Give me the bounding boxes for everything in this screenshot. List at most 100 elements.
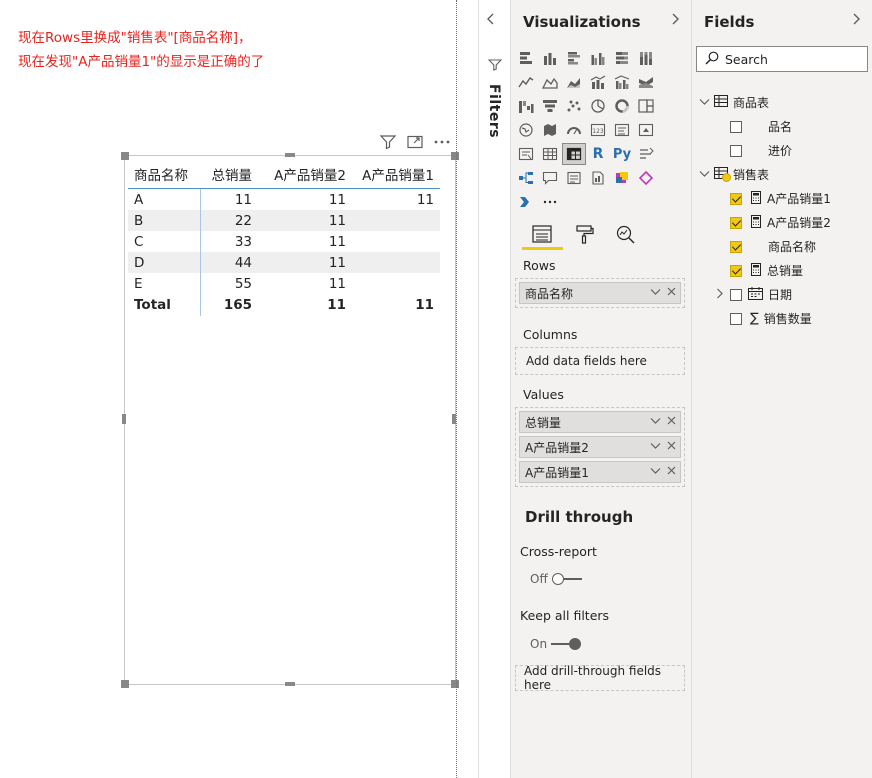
resize-handle-top[interactable] <box>285 153 295 157</box>
chevron-down-icon[interactable] <box>650 415 661 428</box>
gauge-icon[interactable] <box>562 119 586 141</box>
resize-handle-left[interactable] <box>122 414 126 424</box>
filled-map-icon[interactable] <box>538 119 562 141</box>
scatter-chart-icon[interactable] <box>562 95 586 117</box>
chevron-down-icon[interactable] <box>650 286 661 299</box>
field-item[interactable]: A产品销量2 <box>730 214 831 231</box>
header-a-sales-1[interactable]: A产品销量1 <box>352 164 440 184</box>
decomposition-tree-icon[interactable] <box>514 167 538 189</box>
field-checkbox[interactable] <box>730 312 742 325</box>
chevron-right-icon[interactable] <box>851 12 861 30</box>
resize-handle-top-right[interactable] <box>451 152 459 160</box>
treemap-icon[interactable] <box>634 95 658 117</box>
tab-fields[interactable] <box>521 218 563 250</box>
chevron-right-icon[interactable] <box>670 12 680 30</box>
stacked-column-chart-icon[interactable] <box>538 47 562 69</box>
funnel-chart-icon[interactable] <box>538 95 562 117</box>
100-stacked-column-chart-icon[interactable] <box>634 47 658 69</box>
field-item[interactable]: 总销量 <box>730 262 803 279</box>
table-icon[interactable] <box>538 143 562 165</box>
clustered-column-chart-icon[interactable] <box>586 47 610 69</box>
more-visuals-icon[interactable] <box>538 191 562 213</box>
columns-well[interactable]: Add data fields here <box>515 347 685 375</box>
pie-chart-icon[interactable] <box>586 95 610 117</box>
more-options-icon[interactable] <box>433 133 451 151</box>
chevron-left-icon[interactable] <box>486 12 496 30</box>
values-field-chip[interactable]: 总销量 <box>519 411 681 433</box>
kpi-icon[interactable] <box>634 119 658 141</box>
clustered-bar-chart-icon[interactable] <box>562 47 586 69</box>
filters-pane-label[interactable]: Filters <box>486 84 502 138</box>
rows-field-chip[interactable]: 商品名称 <box>519 282 681 304</box>
donut-chart-icon[interactable] <box>610 95 634 117</box>
stacked-area-chart-icon[interactable] <box>562 71 586 93</box>
python-visual-icon[interactable]: Py <box>610 143 634 165</box>
rows-well[interactable]: 商品名称 <box>515 278 685 308</box>
field-checkbox[interactable] <box>730 264 742 277</box>
key-influencers-icon[interactable] <box>634 143 658 165</box>
matrix-icon[interactable] <box>562 143 586 165</box>
waterfall-chart-icon[interactable] <box>514 95 538 117</box>
close-icon[interactable] <box>667 286 676 299</box>
chevron-down-icon[interactable] <box>650 465 661 478</box>
resize-handle-bottom-left[interactable] <box>121 680 129 688</box>
header-product-name[interactable]: 商品名称 <box>128 164 200 184</box>
keep-all-filters-toggle[interactable]: On <box>530 637 582 651</box>
field-checkbox[interactable] <box>730 240 742 253</box>
close-icon[interactable] <box>667 415 676 428</box>
ribbon-chart-icon[interactable] <box>634 71 658 93</box>
chevron-down-icon[interactable] <box>650 440 661 453</box>
tab-format[interactable] <box>563 218 605 250</box>
smart-narrative-icon[interactable] <box>562 167 586 189</box>
report-canvas[interactable]: 现在Rows里换成"销售表"[商品名称]， 现在发现"A产品销量1"的显示是正确… <box>0 0 459 778</box>
area-chart-icon[interactable] <box>538 71 562 93</box>
line-chart-icon[interactable] <box>514 71 538 93</box>
chevron-down-icon[interactable] <box>698 96 710 109</box>
power-automate-icon[interactable] <box>634 167 658 189</box>
fields-search-box[interactable] <box>696 46 868 72</box>
field-checkbox[interactable] <box>730 192 742 205</box>
card-icon[interactable]: 123 <box>586 119 610 141</box>
chevron-right-icon[interactable] <box>714 288 726 302</box>
map-icon[interactable] <box>514 119 538 141</box>
qa-visual-icon[interactable] <box>538 167 562 189</box>
100-stacked-bar-chart-icon[interactable] <box>610 47 634 69</box>
values-field-chip[interactable]: A产品销量2 <box>519 436 681 458</box>
drill-through-well[interactable]: Add drill-through fields here <box>515 664 685 692</box>
tab-analytics[interactable] <box>605 218 647 250</box>
field-checkbox[interactable] <box>730 288 742 301</box>
r-visual-icon[interactable]: R <box>586 143 610 165</box>
resize-handle-bottom[interactable] <box>285 682 295 686</box>
values-well[interactable]: 总销量 A产品销量2 A产品销量1 <box>515 407 685 487</box>
search-input[interactable] <box>725 51 855 67</box>
paginated-report-icon[interactable] <box>586 167 610 189</box>
chevron-down-icon[interactable] <box>698 168 710 181</box>
field-checkbox[interactable] <box>730 120 742 133</box>
header-a-sales-2[interactable]: A产品销量2 <box>258 164 352 184</box>
field-item[interactable]: 品名 <box>730 118 792 135</box>
field-item[interactable]: A产品销量1 <box>730 190 831 207</box>
multi-row-card-icon[interactable] <box>610 119 634 141</box>
close-icon[interactable] <box>667 465 676 478</box>
line-and-stacked-column-icon[interactable] <box>586 71 610 93</box>
close-icon[interactable] <box>667 440 676 453</box>
stacked-bar-chart-icon[interactable] <box>514 47 538 69</box>
table-node-product[interactable]: 商品表 <box>698 94 769 111</box>
focus-mode-icon[interactable] <box>406 133 424 151</box>
field-item[interactable]: 日期 <box>714 286 792 303</box>
field-checkbox[interactable] <box>730 144 742 157</box>
field-checkbox[interactable] <box>730 216 742 229</box>
filter-icon[interactable] <box>379 133 397 151</box>
table-node-sales[interactable]: 销售表 <box>698 166 769 183</box>
cross-report-toggle[interactable]: Off <box>530 572 582 586</box>
line-and-clustered-column-icon[interactable] <box>610 71 634 93</box>
slicer-icon[interactable] <box>514 143 538 165</box>
power-apps-icon[interactable] <box>610 167 634 189</box>
values-field-chip[interactable]: A产品销量1 <box>519 461 681 483</box>
field-item[interactable]: 商品名称 <box>730 238 816 255</box>
resize-handle-bottom-right[interactable] <box>451 680 459 688</box>
field-item[interactable]: ∑ 销售数量 <box>730 310 812 327</box>
header-total-sales[interactable]: 总销量 <box>200 159 258 188</box>
field-item[interactable]: 进价 <box>730 142 792 159</box>
power-automate-flow-icon[interactable] <box>514 191 538 213</box>
